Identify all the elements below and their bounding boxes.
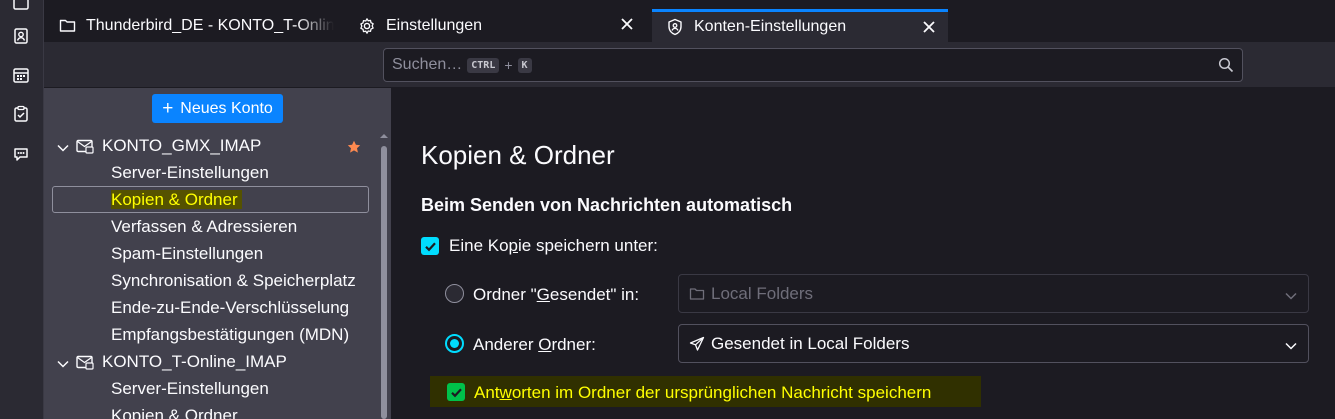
mail-icon[interactable] xyxy=(10,0,32,16)
tree-item-e2e[interactable]: Ende-zu-Ende-Verschlüsselung xyxy=(44,295,374,322)
section-heading: Beim Senden von Nachrichten automatisch xyxy=(421,195,793,215)
access-key: p xyxy=(508,236,519,255)
star-icon xyxy=(347,139,361,153)
close-icon[interactable] xyxy=(920,18,938,36)
new-account-label: Neues Konto xyxy=(180,99,273,117)
tab-label: Einstellungen xyxy=(386,16,483,34)
tab-account-settings[interactable]: Konten-Einstellungen xyxy=(652,9,948,42)
account-name: KONTO_T-Online_IMAP xyxy=(102,352,287,371)
sent-folder-radio[interactable] xyxy=(445,284,464,303)
chevron-down-icon[interactable] xyxy=(56,140,70,154)
label-text: Anderer xyxy=(473,335,539,354)
tab-label: Thunderbird_DE - KONTO_T-Online_IMAP xyxy=(86,16,334,34)
tab-bar: Thunderbird_DE - KONTO_T-Online_IMAP Ein… xyxy=(44,0,1335,42)
tree-item-label: Server-Einstellungen xyxy=(111,379,269,398)
folder-icon xyxy=(58,17,76,35)
reply-in-folder-label[interactable]: Antworten im Ordner der ursprünglichen N… xyxy=(474,383,931,403)
tree-item-label: Empfangsbestätigungen (MDN) xyxy=(111,325,350,344)
tree-item-copies-folders[interactable]: Kopien & Ordner xyxy=(44,187,374,214)
account-row-t-online[interactable]: KONTO_T-Online_IMAP xyxy=(44,349,374,376)
select-value: Local Folders xyxy=(711,283,814,303)
checkmark-icon xyxy=(424,242,436,251)
label-text: orten im Ordner der ursprünglichen Nachr… xyxy=(511,383,932,402)
tree-item-label: Verfassen & Adressieren xyxy=(111,217,298,236)
tree-item-label: Kopien & Ordner xyxy=(111,190,242,209)
sent-folder-select[interactable]: Local Folders xyxy=(678,274,1309,313)
tree-item-mdn[interactable]: Empfangsbestätigungen (MDN) xyxy=(44,322,374,349)
mail-account-icon xyxy=(76,139,94,154)
tasks-icon[interactable] xyxy=(10,103,32,125)
tree-item-composition[interactable]: Verfassen & Adressieren xyxy=(44,214,374,241)
search-input[interactable]: Suchen… CTRL + K xyxy=(383,48,1243,82)
account-name: KONTO_GMX_IMAP xyxy=(102,136,262,155)
search-icon xyxy=(1218,57,1234,73)
tab-mail-folder[interactable]: Thunderbird_DE - KONTO_T-Online_IMAP xyxy=(44,9,344,42)
other-folder-label[interactable]: Anderer Ordner: xyxy=(473,335,596,355)
calendar-icon[interactable] xyxy=(10,64,32,86)
chat-icon[interactable] xyxy=(10,143,32,165)
tree-item-label: Spam-Einstellungen xyxy=(111,244,264,263)
chevron-down-icon xyxy=(1284,338,1298,352)
chevron-down-icon[interactable] xyxy=(56,356,70,370)
shortcut-key-ctrl: CTRL xyxy=(467,57,500,73)
page-title: Kopien & Ordner xyxy=(421,140,615,170)
tree-item-server-settings[interactable]: Server-Einstellungen xyxy=(44,376,374,403)
tree-item-label: Kopien & Ordner xyxy=(111,406,238,419)
shortcut-key-k: K xyxy=(517,57,532,73)
label-text: Ant xyxy=(474,383,500,402)
other-folder-radio[interactable] xyxy=(445,334,464,353)
address-book-icon[interactable] xyxy=(10,25,32,47)
tree-item-label: Synchronisation & Speicherplatz xyxy=(111,271,356,290)
shortcut-plus: + xyxy=(504,57,513,73)
account-settings-icon xyxy=(666,18,684,36)
account-tree-pane: + Neues Konto KONTO_GMX_IMAP Server-Eins… xyxy=(44,88,391,419)
scroll-up-icon[interactable] xyxy=(379,128,389,138)
tab-settings[interactable]: Einstellungen xyxy=(344,9,646,42)
settings-content: Kopien & Ordner Beim Senden von Nachrich… xyxy=(391,88,1335,419)
scrollbar-thumb[interactable] xyxy=(381,146,387,419)
other-folder-select[interactable]: Gesendet in Local Folders xyxy=(678,324,1309,363)
account-row-gmx[interactable]: KONTO_GMX_IMAP xyxy=(44,133,374,160)
new-account-button[interactable]: + Neues Konto xyxy=(152,94,283,123)
save-copy-checkbox[interactable] xyxy=(421,237,439,255)
label-text: ie speichern unter: xyxy=(518,236,658,255)
tree-item-junk[interactable]: Spam-Einstellungen xyxy=(44,241,374,268)
search-placeholder: Suchen… xyxy=(392,56,463,73)
label-text: rdner: xyxy=(551,335,596,354)
tree-item-copies-folders[interactable]: Kopien & Ordner xyxy=(44,403,374,419)
folder-icon xyxy=(689,286,705,302)
send-icon xyxy=(689,336,705,352)
plus-icon: + xyxy=(162,98,174,119)
access-key: G xyxy=(536,285,550,304)
checkmark-icon xyxy=(450,388,462,397)
unified-toolbar: Suchen… CTRL + K xyxy=(44,42,1335,88)
tree-item-server-settings[interactable]: Server-Einstellungen xyxy=(44,160,374,187)
access-key: O xyxy=(538,335,552,354)
close-icon[interactable] xyxy=(618,15,636,33)
tree-item-label: Ende-zu-Ende-Verschlüsselung xyxy=(111,298,350,317)
access-key: w xyxy=(499,383,512,402)
label-text: Ordner " xyxy=(473,285,537,304)
mail-account-icon xyxy=(76,355,94,370)
spaces-toolbar xyxy=(0,0,44,419)
sent-folder-label[interactable]: Ordner "Gesendet" in: xyxy=(473,285,639,305)
reply-in-folder-checkbox[interactable] xyxy=(447,383,465,401)
thunderbird-window: Thunderbird_DE - KONTO_T-Online_IMAP Ein… xyxy=(0,0,1335,419)
tree-item-sync[interactable]: Synchronisation & Speicherplatz xyxy=(44,268,374,295)
gear-icon xyxy=(358,17,376,35)
tab-label: Konten-Einstellungen xyxy=(694,18,847,35)
select-value: Gesendet in Local Folders xyxy=(711,333,910,353)
save-copy-label[interactable]: Eine Kopie speichern unter: xyxy=(449,236,658,256)
tree-item-label: Server-Einstellungen xyxy=(111,163,269,182)
label-text: esendet" in: xyxy=(549,285,640,304)
chevron-down-icon xyxy=(1284,288,1298,302)
label-text: Eine Ko xyxy=(449,236,509,255)
